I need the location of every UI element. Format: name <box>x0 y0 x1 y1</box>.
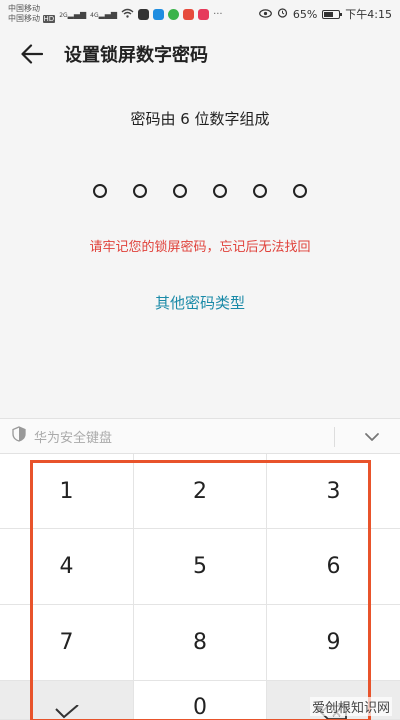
warning-text: 请牢记您的锁屏密码，忘记后无法找回 <box>89 240 311 255</box>
pin-dot <box>253 184 267 198</box>
key-7-label: 7 <box>59 630 74 655</box>
numeric-keypad: 1 2 3 4 5 6 7 8 9 0 <box>0 454 400 720</box>
back-button[interactable] <box>18 40 46 68</box>
key-8-label: 8 <box>193 630 207 655</box>
alarm-icon <box>277 7 288 21</box>
battery-fill <box>324 11 334 17</box>
hd-badge: HD <box>42 15 56 23</box>
key-6-label: 6 <box>326 554 341 579</box>
chevron-down-icon <box>365 433 379 441</box>
pin-dot <box>133 184 147 198</box>
collapse-keyboard-button[interactable] <box>362 427 382 447</box>
key-3-label: 3 <box>326 478 341 504</box>
app-header: 设置锁屏数字密码 <box>0 28 400 80</box>
key-4-label: 4 <box>59 554 74 579</box>
status-time: 下午4:15 <box>345 8 392 21</box>
eye-icon <box>258 8 272 21</box>
pin-dot <box>293 184 307 198</box>
pin-instruction: 密码由 6 位数字组成 <box>130 110 270 128</box>
key-2[interactable]: 2 <box>134 454 267 529</box>
pin-dot <box>93 184 107 198</box>
keyboard-header: 华为安全键盘 <box>0 418 400 454</box>
key-4[interactable]: 4 <box>0 529 134 605</box>
battery-icon <box>322 9 343 19</box>
pin-setup-content: 密码由 6 位数字组成 请牢记您的锁屏密码，忘记后无法找回 其他密码类型 <box>0 80 400 418</box>
carrier-1: 中国移动 <box>8 4 40 13</box>
carrier-2: 中国移动 HD <box>8 14 56 24</box>
screen: 中国移动 中国移动 HD 2G▂▄▆ 4G▂▄▆ ··· 65% 下午4:15 … <box>0 0 400 720</box>
other-password-types-link[interactable]: 其他密码类型 <box>0 292 400 313</box>
signal-icon-1: 2G▂▄▆ <box>59 9 87 19</box>
key-6[interactable]: 6 <box>267 529 400 605</box>
app-icon-4 <box>183 8 195 20</box>
more-icon: ··· <box>213 8 223 20</box>
key-2-label: 2 <box>193 478 207 504</box>
key-9-label: 9 <box>326 630 341 655</box>
status-right: 65% 下午4:15 <box>258 6 392 22</box>
key-8[interactable]: 8 <box>134 605 267 681</box>
pin-dot <box>173 184 187 198</box>
battery-percent: 65% <box>292 7 318 21</box>
net-1-label: 2G <box>59 11 68 19</box>
carriers: 中国移动 中国移动 HD <box>8 4 56 24</box>
keyboard-header-divider <box>334 427 335 447</box>
wifi-icon <box>121 8 134 21</box>
keyboard-title: 华为安全键盘 <box>34 430 113 446</box>
status-bar: 中国移动 中国移动 HD 2G▂▄▆ 4G▂▄▆ ··· 65% 下午4:15 <box>0 0 400 28</box>
signal-icon-2: 4G▂▄▆ <box>90 9 118 19</box>
key-5[interactable]: 5 <box>134 529 267 605</box>
arrow-left-icon <box>21 44 43 64</box>
pin-dots <box>0 184 400 198</box>
key-1-label: 1 <box>59 478 74 504</box>
app-icon-2 <box>153 8 165 20</box>
confirm-key[interactable] <box>0 681 134 720</box>
key-0-label: 0 <box>193 695 207 720</box>
app-icon-5 <box>198 8 210 20</box>
key-7[interactable]: 7 <box>0 605 134 681</box>
key-5-label: 5 <box>193 554 207 579</box>
app-icon-1 <box>138 8 150 20</box>
key-1[interactable]: 1 <box>0 454 134 529</box>
carrier-2-label: 中国移动 <box>8 14 40 23</box>
watermark: 爱创根知识网 <box>309 697 392 716</box>
page-title: 设置锁屏数字密码 <box>64 45 208 66</box>
shield-icon <box>12 426 26 446</box>
key-9[interactable]: 9 <box>267 605 400 681</box>
pin-dot <box>213 184 227 198</box>
key-3[interactable]: 3 <box>267 454 400 529</box>
check-icon <box>54 705 79 719</box>
status-left: 中国移动 中国移动 HD 2G▂▄▆ 4G▂▄▆ ··· <box>8 4 223 24</box>
key-0[interactable]: 0 <box>134 681 267 720</box>
net-2-label: 4G <box>90 11 99 19</box>
app-icon-3 <box>168 8 180 20</box>
status-icons: 2G▂▄▆ 4G▂▄▆ ··· <box>59 8 223 21</box>
